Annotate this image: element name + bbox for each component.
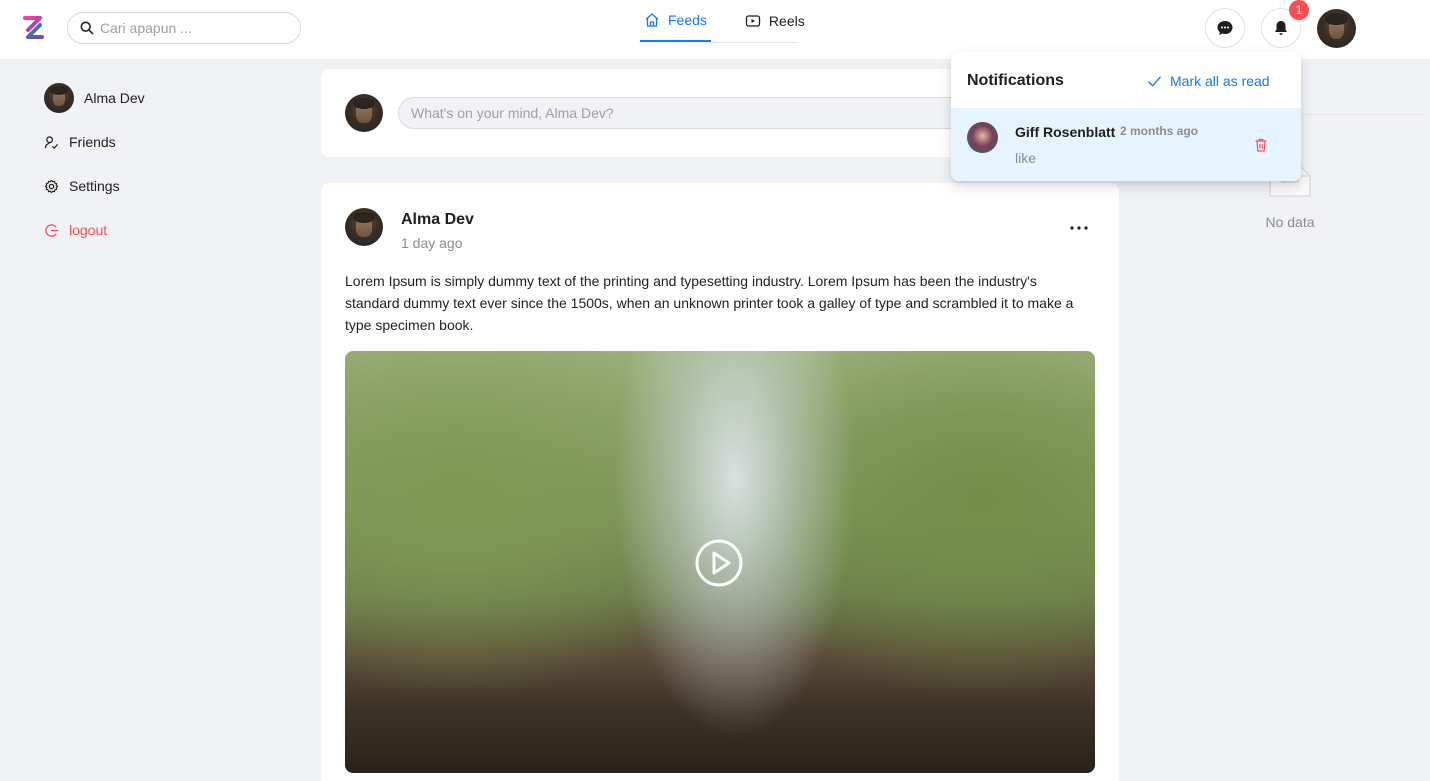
notifications-title: Notifications	[967, 72, 1064, 89]
avatar	[345, 94, 383, 132]
tab-feeds[interactable]: Feeds	[640, 0, 711, 42]
sidebar-user-name: Alma Dev	[84, 90, 145, 106]
profile-avatar[interactable]	[1317, 9, 1356, 48]
post-menu-button[interactable]	[1067, 216, 1091, 240]
empty-state-text: No data	[1265, 214, 1315, 230]
notification-sender: Giff Rosenblatt	[1015, 124, 1116, 140]
mark-all-read-button[interactable]: Mark all as read	[1147, 73, 1270, 89]
video-icon	[745, 15, 761, 27]
logout-icon	[45, 223, 59, 237]
post-video[interactable]	[345, 351, 1095, 773]
messages-button[interactable]	[1205, 8, 1245, 48]
post-timestamp: 1 day ago	[401, 235, 463, 251]
avatar	[967, 122, 998, 153]
main-tabs: Feeds Reels	[640, 0, 809, 44]
notification-message: like	[1015, 150, 1037, 166]
friends-icon	[44, 135, 59, 149]
sidebar-item-label: Friends	[69, 134, 116, 150]
play-icon[interactable]	[695, 539, 743, 587]
search-icon	[80, 21, 94, 35]
home-icon	[645, 13, 659, 27]
tab-reels-label: Reels	[768, 13, 805, 29]
trash-icon[interactable]	[1253, 137, 1269, 153]
composer-input[interactable]	[398, 97, 998, 129]
chat-icon	[1217, 21, 1233, 35]
post-card: Alma Dev 1 day ago Lorem Ipsum is simply…	[321, 183, 1119, 781]
app-logo[interactable]	[20, 14, 48, 42]
tab-feeds-label: Feeds	[668, 12, 707, 28]
sidebar-item-profile[interactable]: Alma Dev	[44, 76, 284, 120]
tabs-divider	[706, 42, 798, 43]
gear-icon	[44, 179, 59, 193]
notifications-button[interactable]: 1	[1261, 0, 1309, 48]
post-author[interactable]: Alma Dev	[401, 211, 474, 229]
search-bar[interactable]	[67, 12, 301, 44]
notifications-popover: Notifications Mark all as read Giff Rose…	[951, 52, 1301, 181]
sidebar-item-label: logout	[69, 222, 108, 238]
avatar	[44, 83, 74, 113]
notification-item[interactable]: Giff Rosenblatt 2 months ago like	[951, 108, 1301, 181]
left-sidebar: Alma Dev Friends Settings logout	[44, 76, 284, 252]
sidebar-item-settings[interactable]: Settings	[44, 164, 284, 208]
notification-time: 2 months ago	[1120, 124, 1199, 138]
check-icon	[1148, 76, 1161, 86]
notification-count-badge: 1	[1289, 0, 1309, 20]
sidebar-item-friends[interactable]: Friends	[44, 120, 284, 164]
mark-all-read-label: Mark all as read	[1170, 73, 1270, 89]
top-header: Feeds Reels 1	[0, 0, 1430, 59]
search-input[interactable]	[100, 20, 290, 36]
bell-icon	[1275, 21, 1287, 35]
avatar[interactable]	[345, 208, 383, 246]
sidebar-item-label: Settings	[69, 178, 120, 194]
tab-reels[interactable]: Reels	[741, 0, 809, 42]
sidebar-item-logout[interactable]: logout	[44, 208, 284, 252]
more-icon	[1070, 226, 1088, 230]
post-body: Lorem Ipsum is simply dummy text of the …	[345, 273, 1074, 333]
